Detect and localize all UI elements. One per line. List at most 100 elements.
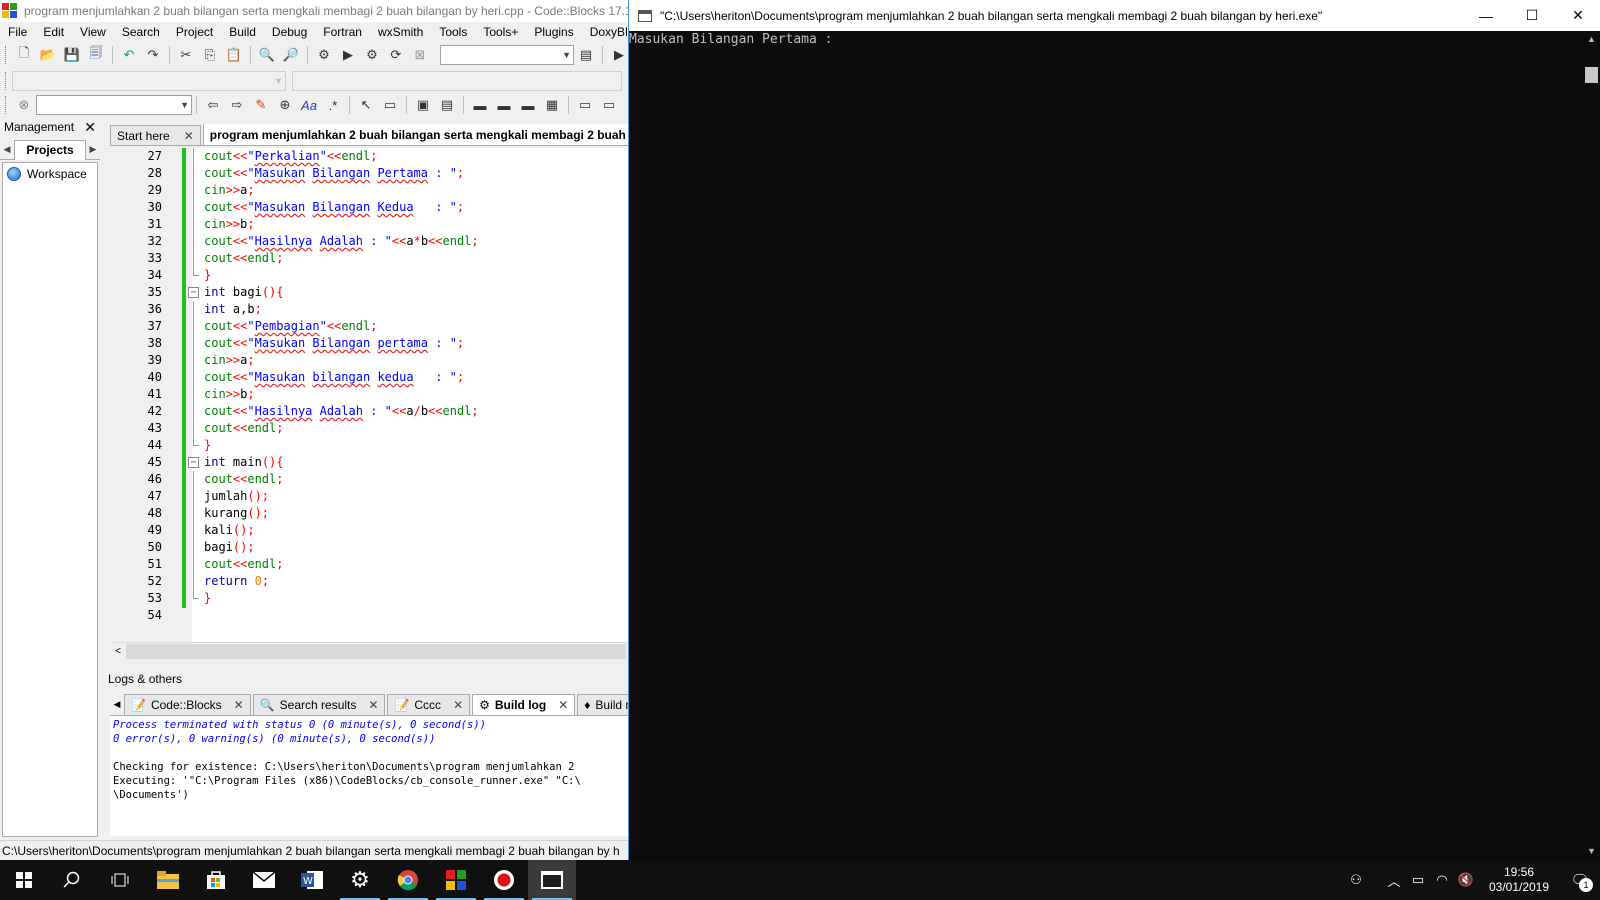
tab-cccc[interactable]: 📝 Cccc ✕	[387, 694, 471, 715]
show-hidden-icons-chevron-icon[interactable]: ︿	[1382, 871, 1406, 890]
shape-1-icon[interactable]: ▭	[574, 94, 596, 116]
code-line[interactable]: 54	[110, 607, 628, 624]
scope-select[interactable]: ▼	[12, 71, 286, 91]
code-line[interactable]: 34}	[110, 267, 628, 284]
undo-icon[interactable]: ↶	[118, 44, 140, 66]
save-all-icon[interactable]: 🗐	[85, 44, 107, 66]
tab-scroll-left-icon[interactable]: ◀	[110, 699, 124, 710]
cut-icon[interactable]: ✂	[175, 44, 197, 66]
store-icon[interactable]	[192, 860, 240, 900]
search-input[interactable]: ▼	[36, 95, 192, 115]
scroll-up-icon[interactable]: ▲	[1583, 31, 1600, 48]
minimize-icon[interactable]: —	[1463, 0, 1509, 31]
menu-item-build[interactable]: Build	[221, 25, 264, 39]
volume-muted-icon[interactable]: 🔇	[1454, 872, 1478, 888]
close-icon[interactable]: ✕	[368, 698, 378, 712]
code-line[interactable]: 43 cout<<endl;	[110, 420, 628, 437]
code-line[interactable]: 40 cout<<"Masukan bilangan kedua : ";	[110, 369, 628, 386]
copy-icon[interactable]: ⎘	[199, 44, 221, 66]
menu-item-tools-[interactable]: Tools+	[475, 25, 526, 39]
console-titlebar[interactable]: "C:\Users\heriton\Documents\program menj…	[629, 0, 1600, 31]
build-run-icon[interactable]: ⚙	[361, 44, 383, 66]
text-box-icon[interactable]: ▤	[436, 94, 458, 116]
close-icon[interactable]: ✕	[184, 129, 194, 143]
scroll-down-icon[interactable]: ▼	[1583, 843, 1600, 860]
function-select[interactable]	[292, 71, 622, 91]
word-icon[interactable]: W	[288, 860, 336, 900]
redo-icon[interactable]: ↷	[142, 44, 164, 66]
save-icon[interactable]: 💾	[61, 44, 83, 66]
code-line[interactable]: 35 − int bagi(){	[110, 284, 628, 301]
new-file-icon[interactable]: 🗋	[13, 44, 35, 66]
layout-4-icon[interactable]: ▦	[541, 94, 563, 116]
code-line[interactable]: 44}	[110, 437, 628, 454]
clock[interactable]: 19:56 03/01/2019	[1478, 865, 1560, 895]
code-line[interactable]: 31 cin>>b;	[110, 216, 628, 233]
code-line[interactable]: 52 return 0;	[110, 573, 628, 590]
code-line[interactable]: 53}	[110, 590, 628, 607]
back-arrow-icon[interactable]: ⇦	[202, 94, 224, 116]
toolbar-grip[interactable]	[5, 46, 8, 64]
forward-arrow-icon[interactable]: ⇨	[226, 94, 248, 116]
code-line[interactable]: 48 kurang();	[110, 505, 628, 522]
find-icon[interactable]: 🔍	[256, 44, 278, 66]
code-line[interactable]: 46 cout<<endl;	[110, 471, 628, 488]
code-line[interactable]: 50 bagi();	[110, 539, 628, 556]
task-view-icon[interactable]	[96, 860, 144, 900]
tab-build-log[interactable]: ⚙ Build log ✕	[472, 694, 576, 715]
search-icon[interactable]	[48, 860, 96, 900]
console-output[interactable]: Masukan Bilangan Pertama :	[629, 31, 840, 48]
menu-item-plugins[interactable]: Plugins	[526, 25, 581, 39]
action-center-icon[interactable]: 🗨 1	[1560, 860, 1600, 900]
code-line[interactable]: 29 cin>>a;	[110, 182, 628, 199]
code-line[interactable]: 47 jumlah();	[110, 488, 628, 505]
highlight-icon[interactable]: ✎	[250, 94, 272, 116]
settings-gear-icon[interactable]: ⚙	[336, 860, 384, 900]
selected-text-icon[interactable]: ⊕	[274, 94, 296, 116]
start-windows-icon[interactable]	[0, 860, 48, 900]
debug-run-icon[interactable]: ▶	[608, 44, 628, 66]
editor-horizontal-scrollbar[interactable]: <	[110, 642, 628, 659]
regex-icon[interactable]: .*	[322, 94, 344, 116]
scroll-thumb[interactable]	[1585, 67, 1598, 83]
layout-3-icon[interactable]: ▬	[517, 94, 539, 116]
chrome-icon[interactable]	[384, 860, 432, 900]
record-icon[interactable]	[480, 860, 528, 900]
ide-titlebar[interactable]: program menjumlahkan 2 buah bilangan ser…	[0, 0, 628, 22]
fold-toggle-icon[interactable]: −	[188, 287, 199, 298]
menu-item-view[interactable]: View	[72, 25, 114, 39]
tab-search-results[interactable]: 🔍 Search results ✕	[252, 694, 386, 715]
tab-scroll-left-icon[interactable]: ◀	[0, 144, 14, 155]
scroll-left-icon[interactable]: <	[110, 646, 126, 657]
tab-start-here[interactable]: Start here ✕	[110, 125, 201, 145]
abort-icon[interactable]: ⊠	[409, 44, 431, 66]
layout-2-icon[interactable]: ▬	[493, 94, 515, 116]
code-line[interactable]: 27 cout<<"Perkalian"<<endl;	[110, 148, 628, 165]
code-line[interactable]: 37 cout<<"Pembagian"<<endl;	[110, 318, 628, 335]
close-icon[interactable]: ✕	[84, 119, 96, 136]
code-line[interactable]: 42 cout<<"Hasilnya Adalah : "<<a/b<<endl;	[110, 403, 628, 420]
scroll-track[interactable]	[126, 643, 626, 659]
file-explorer-icon[interactable]	[144, 860, 192, 900]
menu-item-edit[interactable]: Edit	[35, 25, 72, 39]
code-line[interactable]: 39 cin>>a;	[110, 352, 628, 369]
rectangle-icon[interactable]: ▭	[379, 94, 401, 116]
match-case-icon[interactable]: Aa	[298, 94, 320, 116]
tab-projects[interactable]: Projects	[14, 139, 86, 160]
code-line[interactable]: 38 cout<<"Masukan Bilangan pertama : ";	[110, 335, 628, 352]
mail-icon[interactable]	[240, 860, 288, 900]
rebuild-icon[interactable]: ⟳	[385, 44, 407, 66]
menu-item-debug[interactable]: Debug	[264, 25, 315, 39]
code-line[interactable]: 41 cin>>b;	[110, 386, 628, 403]
menu-item-project[interactable]: Project	[168, 25, 221, 39]
menu-item-doxyblocks[interactable]: DoxyBlocks	[582, 25, 628, 39]
toolbar-grip[interactable]	[5, 72, 8, 90]
console-vertical-scrollbar[interactable]: ▲ ▼	[1583, 31, 1600, 860]
code-line[interactable]: 33 cout<<endl;	[110, 250, 628, 267]
tab-source-file[interactable]: program menjumlahkan 2 buah bilangan ser…	[202, 124, 628, 145]
paste-icon[interactable]: 📋	[223, 44, 245, 66]
codeblocks-taskbar-icon[interactable]	[432, 860, 480, 900]
tab-build-me[interactable]: ♦ Build me	[577, 694, 628, 715]
people-icon[interactable]: ⚇	[1344, 872, 1368, 888]
build-gear-icon[interactable]: ⚙	[313, 44, 335, 66]
